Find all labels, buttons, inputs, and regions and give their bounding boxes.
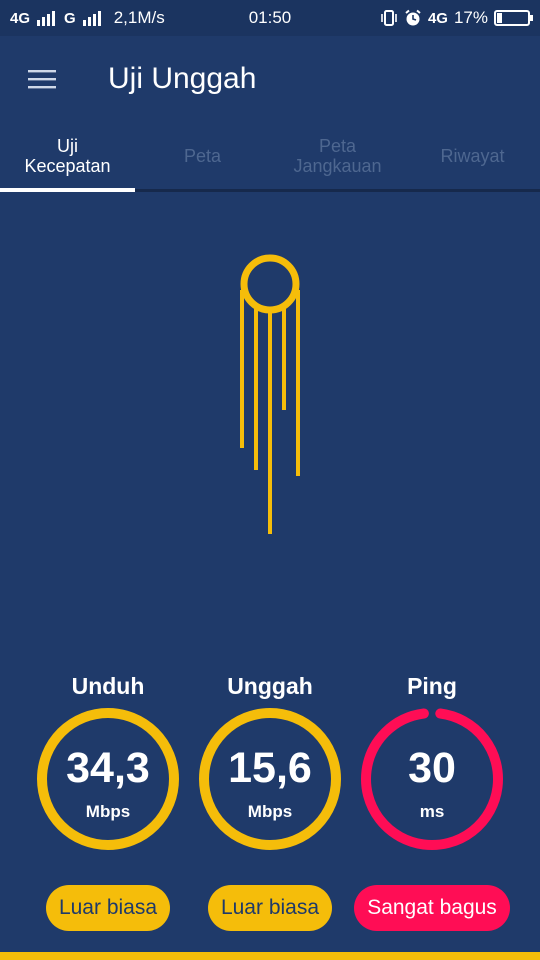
metric-ping: Ping 30 ms <box>357 670 507 854</box>
metric-unit: ms <box>419 802 445 821</box>
page-title: Uji Unggah <box>108 62 257 95</box>
metric-value: 30 <box>408 744 456 792</box>
battery-percent: 17% <box>453 8 488 27</box>
alarm-icon <box>405 9 421 26</box>
metric-unit: Mbps <box>247 802 293 821</box>
network-2-label: G <box>64 9 76 27</box>
battery-icon <box>494 10 533 26</box>
vibrate-icon <box>381 10 397 26</box>
network-right-label: 4G <box>427 9 448 27</box>
download-ring: 34,3 Mbps <box>33 704 183 854</box>
menu-button[interactable] <box>0 36 84 122</box>
signal-icon-2 <box>82 11 101 26</box>
signal-icon <box>37 11 56 26</box>
tab-peta[interactable]: Peta <box>135 122 270 189</box>
metrics-panel: Unduh 34,3 Mbps Unggah 15,6 Mbps Ping 30… <box>0 670 540 870</box>
tab-peta-jangkauan[interactable]: Peta Jangkauan <box>270 122 405 189</box>
ping-rating-badge: Sangat bagus <box>354 885 510 931</box>
network-speed: 2,1M/s <box>113 8 165 27</box>
hamburger-menu-icon <box>28 70 56 89</box>
battery-fill <box>497 13 502 23</box>
metric-label: Ping <box>407 673 457 699</box>
network-1-label: 4G <box>10 9 31 27</box>
tab-bar: Uji Kecepatan Peta Peta Jangkauan Riwaya… <box>0 122 540 192</box>
metric-value: 34,3 <box>66 744 150 792</box>
status-bar: 4G G 2,1M/s 01:50 4G 17% <box>0 0 540 36</box>
tab-riwayat[interactable]: Riwayat <box>405 122 540 189</box>
app-bar: Uji Unggah <box>0 36 540 122</box>
metric-upload: Unggah 15,6 Mbps <box>195 670 345 854</box>
metric-label: Unggah <box>227 673 313 699</box>
metric-value: 15,6 <box>228 744 312 792</box>
metric-download: Unduh 34,3 Mbps <box>33 670 183 854</box>
metric-label: Unduh <box>71 673 145 699</box>
ping-ring: 30 ms <box>357 704 507 854</box>
status-right: 4G 17% <box>380 8 533 28</box>
upload-ring: 15,6 Mbps <box>195 704 345 854</box>
upload-rating-badge: Luar biasa <box>208 885 332 931</box>
tab-uji-kecepatan[interactable]: Uji Kecepatan <box>0 122 135 192</box>
metric-unit: Mbps <box>85 802 131 821</box>
upload-comet-icon <box>240 254 300 534</box>
bottom-accent-bar <box>0 952 540 960</box>
status-left: 4G G 2,1M/s <box>10 8 165 28</box>
download-rating-badge: Luar biasa <box>46 885 170 931</box>
